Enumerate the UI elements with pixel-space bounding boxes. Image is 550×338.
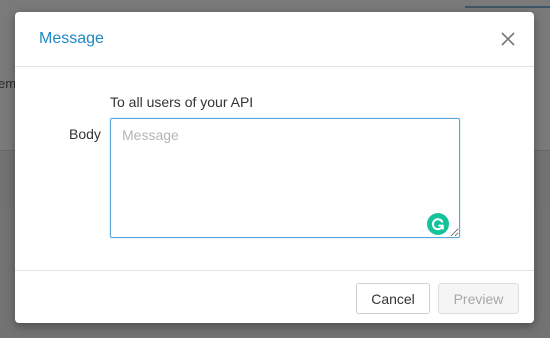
body-label: Body: [69, 126, 101, 142]
background-tab-underline: [465, 6, 550, 8]
body-field-wrapper: [110, 118, 460, 238]
message-dialog: Message To all users of your API Body Ca…: [15, 12, 534, 323]
message-body-input[interactable]: [110, 118, 460, 238]
cancel-button[interactable]: Cancel: [356, 283, 430, 314]
recipient-description: To all users of your API: [110, 94, 254, 110]
grammarly-icon[interactable]: [427, 213, 449, 235]
dialog-header: Message: [15, 12, 534, 67]
preview-button[interactable]: Preview: [438, 283, 519, 314]
background-text-fragment: em: [0, 76, 17, 91]
dialog-title: Message: [39, 30, 104, 47]
close-icon[interactable]: [497, 28, 519, 50]
dialog-footer: Cancel Preview: [15, 270, 534, 323]
